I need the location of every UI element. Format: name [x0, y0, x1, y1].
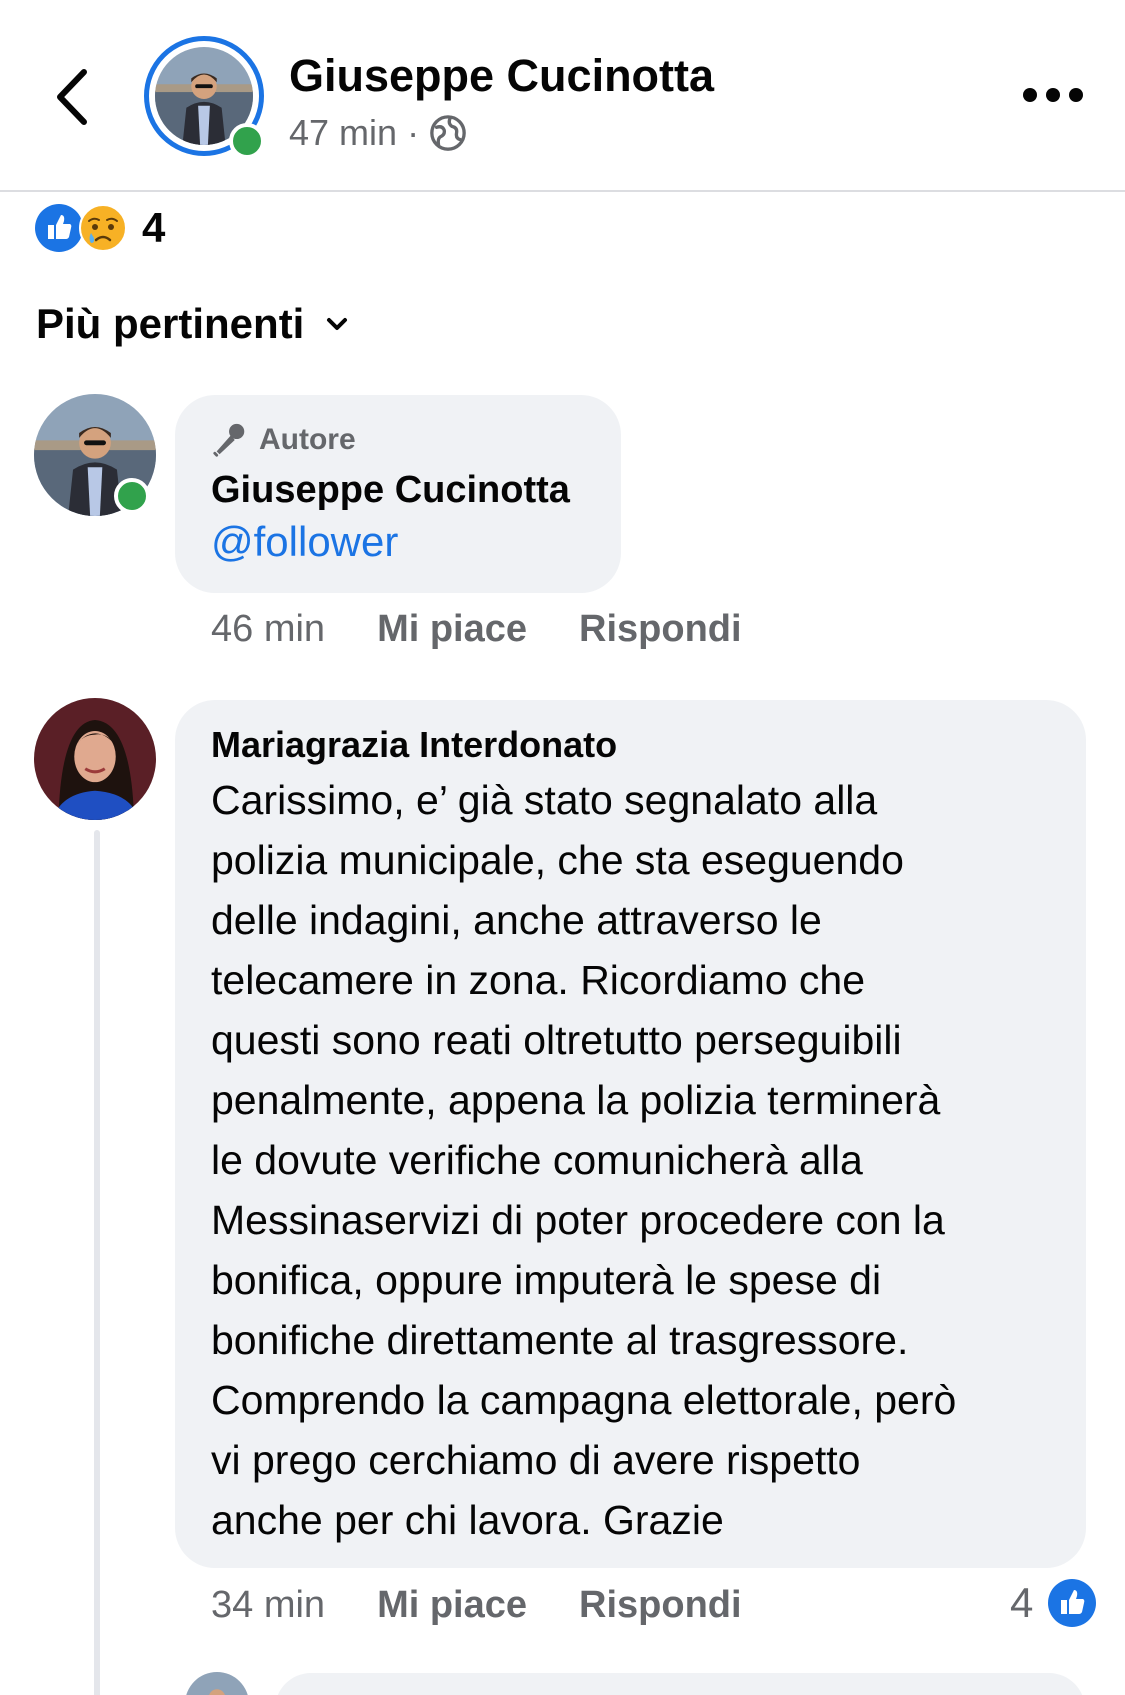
- mention-link[interactable]: @follower: [211, 518, 585, 566]
- online-indicator: [114, 478, 150, 514]
- reactions-summary[interactable]: 4: [34, 202, 165, 254]
- comment-bubble[interactable]: Mariagrazia Interdonato Carissimo, e’ gi…: [175, 700, 1086, 1568]
- comment-text-line: penalmente, appena la polizia terminerà: [211, 1077, 941, 1123]
- comment-text-line: polizia municipale, che sta eseguendo: [211, 837, 904, 883]
- reply-button[interactable]: Rispondi: [579, 1584, 742, 1627]
- like-button[interactable]: Mi piace: [377, 1584, 527, 1627]
- page-title[interactable]: Giuseppe Cucinotta: [289, 50, 714, 102]
- author-badge: Autore: [211, 421, 585, 459]
- comment-author-name[interactable]: Mariagrazia Interdonato: [211, 724, 1050, 766]
- comment-author-avatar[interactable]: [34, 698, 156, 820]
- like-button[interactable]: Mi piace: [377, 608, 527, 651]
- comments-page: Giuseppe Cucinotta 47 min · 4 Più pertin…: [0, 0, 1125, 1695]
- chevron-down-icon: [327, 318, 348, 330]
- comment-actions: 46 min Mi piace Rispondi: [211, 608, 794, 651]
- comment-text-line: vi prego cerchiamo di avere rispetto: [211, 1437, 861, 1483]
- reaction-count: 4: [142, 204, 166, 251]
- sad-reaction-icon: [79, 204, 127, 252]
- chevron-left-icon: [57, 69, 87, 125]
- comment-like-summary[interactable]: 4: [1010, 1578, 1097, 1628]
- comment-text-line: delle indagini, anche attraverso le: [211, 897, 822, 943]
- back-button[interactable]: [44, 62, 104, 132]
- comment-text-line: bonifiche direttamente al trasgressore.: [211, 1317, 909, 1363]
- globe-icon: [430, 115, 466, 151]
- comment-text-line: bonifica, oppure imputerà le spese di: [211, 1257, 882, 1303]
- comment-text: Carissimo, e’ già stato segnalato alla p…: [211, 770, 1050, 1550]
- comment-text-line: questi sono reati oltretutto perseguibil…: [211, 1017, 902, 1063]
- reply-bubble[interactable]: [275, 1673, 1085, 1695]
- sort-label: Più pertinenti: [36, 300, 305, 347]
- post-time: 47 min: [289, 112, 398, 153]
- reply-button[interactable]: Rispondi: [579, 608, 742, 651]
- comment-actions: 34 min Mi piace Rispondi: [211, 1584, 794, 1627]
- comment-like-count: 4: [1010, 1579, 1034, 1626]
- comment-time: 34 min: [211, 1584, 326, 1626]
- comment-time: 46 min: [211, 608, 326, 650]
- comment-author-name[interactable]: Giuseppe Cucinotta: [211, 469, 585, 512]
- comment-text-line: anche per chi lavora. Grazie: [211, 1497, 724, 1543]
- post-header: Giuseppe Cucinotta 47 min ·: [0, 0, 1125, 192]
- more-icon: [1023, 88, 1083, 102]
- online-indicator: [229, 123, 265, 159]
- post-meta: 47 min ·: [289, 112, 467, 154]
- author-badge-label: Autore: [259, 423, 356, 456]
- comment-text-line: Carissimo, e’ già stato segnalato alla: [211, 777, 878, 823]
- more-options-button[interactable]: [1020, 80, 1110, 110]
- reply-author-avatar[interactable]: [185, 1672, 249, 1695]
- comment-text-line: telecamere in zona. Ricordiamo che: [211, 957, 866, 1003]
- story-avatar[interactable]: [144, 36, 265, 159]
- meta-separator: ·: [407, 112, 420, 153]
- like-reaction-icon: [35, 204, 83, 252]
- comment-text-line: Messinaservizi di poter procedere con la: [211, 1197, 945, 1243]
- comment-bubble[interactable]: Autore Giuseppe Cucinotta @follower: [175, 395, 621, 593]
- microphone-icon: [213, 423, 245, 457]
- like-reaction-icon: [1048, 1579, 1097, 1627]
- comment-text-line: Comprendo la campagna elettorale, però: [211, 1377, 957, 1423]
- reply-thread-line: [94, 830, 100, 1695]
- comment-text-line: le dovute verifiche comunicherà alla: [211, 1137, 863, 1183]
- comment-sort-dropdown[interactable]: Più pertinenti: [36, 300, 348, 348]
